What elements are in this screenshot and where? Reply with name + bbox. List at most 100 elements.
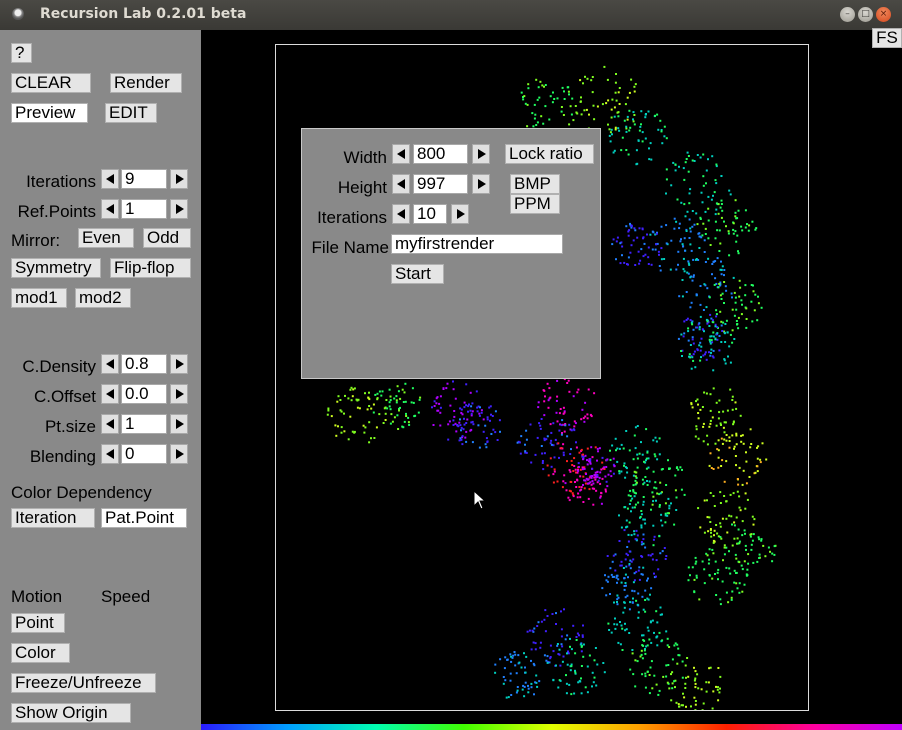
fractal-speck xyxy=(633,90,636,93)
fractal-speck xyxy=(628,91,631,94)
edit-button[interactable]: EDIT xyxy=(105,103,157,123)
lock-ratio-button[interactable]: Lock ratio xyxy=(505,144,594,164)
fractal-speck xyxy=(384,412,387,415)
width-field[interactable]: 800 xyxy=(413,144,468,164)
dialog-iterations-decrease-button[interactable] xyxy=(392,204,410,224)
pat-point-button[interactable]: Pat.Point xyxy=(101,508,187,528)
c-offset-increase-button[interactable] xyxy=(170,384,188,404)
fractal-speck xyxy=(730,598,733,601)
fractal-speck xyxy=(744,209,747,212)
fractal-speck xyxy=(700,191,703,194)
dialog-iterations-field[interactable]: 10 xyxy=(413,204,447,224)
height-decrease-button[interactable] xyxy=(392,174,410,194)
c-density-increase-button[interactable] xyxy=(170,354,188,374)
fractal-speck xyxy=(628,521,631,524)
freeze-unfreeze-button[interactable]: Freeze/Unfreeze xyxy=(11,673,156,693)
fullscreen-button[interactable]: FS xyxy=(872,28,902,48)
fractal-speck xyxy=(735,240,738,243)
fractal-speck xyxy=(665,484,668,486)
fractal-speck xyxy=(690,301,693,304)
height-increase-button[interactable] xyxy=(472,174,490,194)
fractal-speck xyxy=(717,286,720,289)
fractal-speck xyxy=(567,90,570,93)
close-button[interactable]: × xyxy=(876,7,891,22)
help-button[interactable]: ? xyxy=(11,43,32,63)
fractal-speck xyxy=(401,388,404,391)
c-density-field[interactable]: 0.8 xyxy=(121,354,167,374)
pt-size-field[interactable]: 1 xyxy=(121,414,167,434)
fractal-speck xyxy=(652,500,655,503)
show-origin-button[interactable]: Show Origin xyxy=(11,703,131,723)
fractal-speck xyxy=(674,642,677,645)
width-increase-button[interactable] xyxy=(472,144,490,164)
fractal-speck xyxy=(552,650,555,653)
c-offset-decrease-button[interactable] xyxy=(101,384,119,404)
fractal-speck xyxy=(644,476,647,478)
maximize-button[interactable]: □ xyxy=(858,7,873,22)
file-name-input[interactable]: myfirstrender xyxy=(391,234,563,254)
clear-button[interactable]: CLEAR xyxy=(11,73,91,93)
c-density-decrease-button[interactable] xyxy=(101,354,119,374)
fractal-speck xyxy=(637,139,640,142)
fractal-speck xyxy=(482,418,485,421)
fractal-speck xyxy=(546,615,549,617)
ref-points-decrease-button[interactable] xyxy=(101,199,119,219)
fractal-speck xyxy=(628,550,631,553)
fractal-speck xyxy=(541,452,544,455)
fractal-speck xyxy=(731,544,734,547)
height-field[interactable]: 997 xyxy=(413,174,468,194)
fractal-speck xyxy=(586,77,589,80)
point-button[interactable]: Point xyxy=(11,613,65,633)
fractal-speck xyxy=(534,681,537,684)
mirror-odd-button[interactable]: Odd xyxy=(143,228,191,248)
fractal-speck xyxy=(610,475,613,478)
pt-size-increase-button[interactable] xyxy=(170,414,188,434)
fractal-speck xyxy=(675,467,678,469)
blending-increase-button[interactable] xyxy=(170,444,188,464)
ppm-button[interactable]: PPM xyxy=(510,194,560,214)
preview-button[interactable]: Preview xyxy=(11,103,88,123)
bmp-button[interactable]: BMP xyxy=(510,174,560,194)
fractal-speck xyxy=(632,458,635,461)
start-button[interactable]: Start xyxy=(391,264,444,284)
fractal-speck xyxy=(642,538,645,541)
fractal-speck xyxy=(737,327,740,330)
pt-size-decrease-button[interactable] xyxy=(101,414,119,434)
blending-field[interactable]: 0 xyxy=(121,444,167,464)
fractal-speck xyxy=(576,479,579,482)
mod1-button[interactable]: mod1 xyxy=(11,288,67,308)
color-button[interactable]: Color xyxy=(11,643,70,663)
fractal-speck xyxy=(537,406,540,409)
fractal-speck xyxy=(700,688,703,691)
fractal-speck xyxy=(606,580,609,583)
fractal-speck xyxy=(709,422,712,425)
minimize-button[interactable]: – xyxy=(840,7,855,22)
fractal-speck xyxy=(613,623,616,626)
blending-decrease-button[interactable] xyxy=(101,444,119,464)
iterations-decrease-button[interactable] xyxy=(101,169,119,189)
fractal-speck xyxy=(620,526,623,529)
fractal-speck xyxy=(393,416,396,419)
ref-points-field[interactable]: 1 xyxy=(121,199,167,219)
mirror-even-button[interactable]: Even xyxy=(78,228,134,248)
fractal-speck xyxy=(534,113,537,116)
fractal-speck xyxy=(692,342,695,345)
iterations-increase-button[interactable] xyxy=(170,169,188,189)
iterations-field[interactable]: 9 xyxy=(121,169,167,189)
ref-points-increase-button[interactable] xyxy=(170,199,188,219)
iteration-button[interactable]: Iteration xyxy=(11,508,95,528)
width-decrease-button[interactable] xyxy=(392,144,410,164)
fractal-speck xyxy=(581,466,584,469)
fractal-speck xyxy=(583,487,586,490)
fractal-speck xyxy=(615,574,618,577)
render-button[interactable]: Render xyxy=(110,73,182,93)
flip-flop-button[interactable]: Flip-flop xyxy=(110,258,191,278)
mod2-button[interactable]: mod2 xyxy=(75,288,131,308)
fractal-speck xyxy=(613,115,616,118)
fractal-speck xyxy=(602,662,605,664)
c-offset-field[interactable]: 0.0 xyxy=(121,384,167,404)
dialog-iterations-increase-button[interactable] xyxy=(451,204,469,224)
fractal-speck xyxy=(732,492,735,495)
symmetry-button[interactable]: Symmetry xyxy=(11,258,101,278)
fractal-speck xyxy=(734,199,737,202)
